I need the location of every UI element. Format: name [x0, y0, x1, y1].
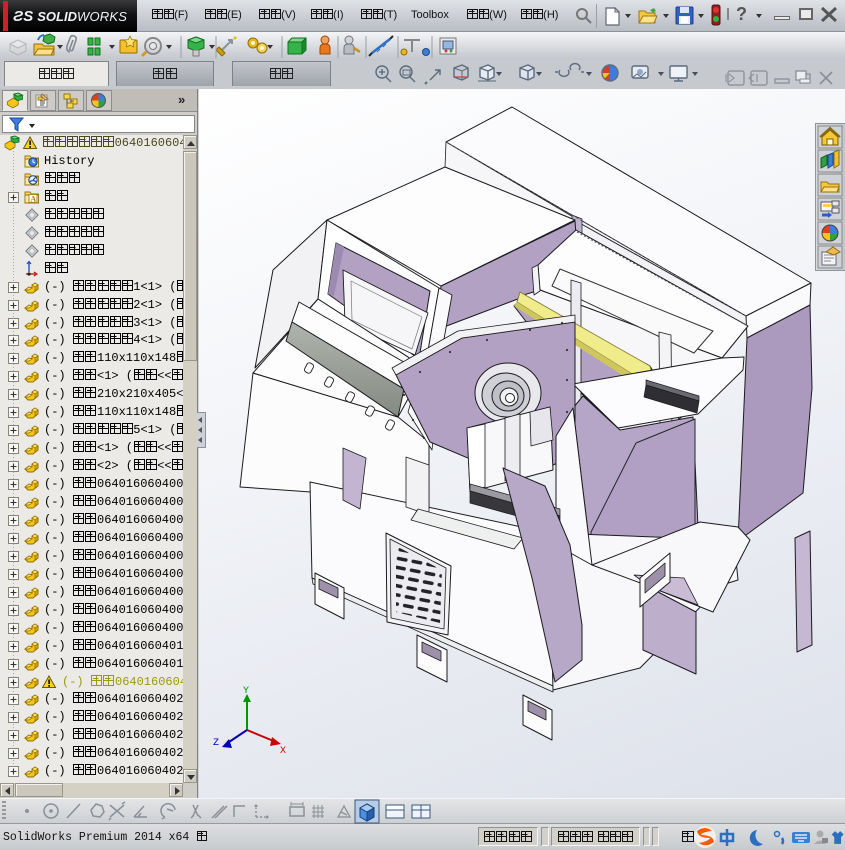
svg-text:X: X — [280, 746, 286, 757]
svg-text:Y: Y — [243, 686, 249, 697]
svg-text:Z: Z — [213, 738, 219, 749]
